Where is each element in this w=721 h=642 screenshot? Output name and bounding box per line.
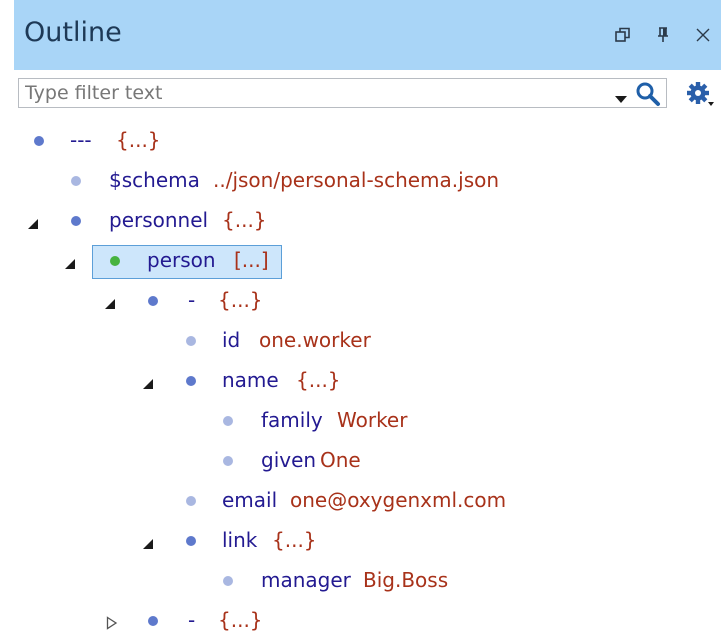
- node-bullet-icon: [186, 336, 196, 346]
- node-value: one@oxygenxml.com: [290, 488, 507, 512]
- node-bullet-icon: [34, 136, 44, 146]
- filter-input[interactable]: [19, 79, 621, 107]
- node-key: email: [222, 488, 278, 512]
- node-key: ---: [70, 128, 92, 152]
- node-value: one.worker: [259, 328, 371, 352]
- history-dropdown-icon[interactable]: [615, 89, 627, 108]
- node-bullet-icon: [186, 536, 196, 546]
- outline-panel: Outline Type filter text --- {...} $sche…: [0, 0, 721, 641]
- node-key: personnel: [109, 208, 209, 232]
- expanded-arrow-icon[interactable]: [142, 375, 154, 394]
- node-key: -: [188, 608, 196, 632]
- tree-node[interactable]: id one.worker: [14, 322, 721, 362]
- node-key: link: [222, 528, 258, 552]
- tree-node[interactable]: manager Big.Boss: [14, 562, 721, 602]
- expanded-arrow-icon[interactable]: [64, 255, 76, 274]
- node-bullet-icon: [71, 176, 81, 186]
- node-key: given: [261, 448, 317, 472]
- filter-field: [18, 78, 667, 108]
- node-bullet-icon: [223, 456, 233, 466]
- tree-node[interactable]: personnel {...}: [14, 202, 721, 242]
- tree-node-selected[interactable]: person [...]: [14, 242, 721, 282]
- node-bullet-icon: [110, 256, 120, 266]
- node-bullet-icon: [223, 416, 233, 426]
- node-bullet-icon: [223, 576, 233, 586]
- expanded-arrow-icon[interactable]: [104, 295, 116, 314]
- tree-node[interactable]: family Worker: [14, 402, 721, 442]
- tree-node[interactable]: link {...}: [14, 522, 721, 562]
- node-value: Worker: [337, 408, 408, 432]
- panel-header: Outline: [14, 0, 721, 70]
- node-key: $schema: [109, 168, 200, 192]
- node-value: {...}: [296, 368, 341, 392]
- node-value: ../json/personal-schema.json: [213, 168, 500, 192]
- node-key: id: [222, 328, 241, 352]
- search-icon[interactable]: [635, 81, 661, 111]
- outline-tree: --- {...} $schema ../json/personal-schem…: [14, 122, 721, 641]
- node-key: name: [222, 368, 279, 392]
- node-key: family: [261, 408, 323, 432]
- restore-icon[interactable]: [610, 22, 636, 48]
- close-icon[interactable]: [690, 22, 716, 48]
- node-value: {...}: [218, 608, 263, 632]
- tree-node[interactable]: - {...}: [14, 602, 721, 642]
- filter-toolbar: [14, 70, 721, 122]
- expanded-arrow-icon[interactable]: [27, 215, 39, 234]
- node-bullet-icon: [148, 616, 158, 626]
- node-key: -: [188, 288, 196, 312]
- node-bullet-icon: [186, 376, 196, 386]
- tree-node[interactable]: $schema ../json/personal-schema.json: [14, 162, 721, 202]
- settings-gear-icon[interactable]: [686, 81, 716, 111]
- node-value: Big.Boss: [363, 568, 449, 592]
- pin-icon[interactable]: [650, 22, 676, 48]
- node-value: {...}: [222, 208, 267, 232]
- tree-node[interactable]: email one@oxygenxml.com: [14, 482, 721, 522]
- node-value: {...}: [116, 128, 161, 152]
- node-value: One: [320, 448, 361, 472]
- tree-node[interactable]: name {...}: [14, 362, 721, 402]
- tree-node[interactable]: given One: [14, 442, 721, 482]
- node-key: person: [147, 248, 216, 272]
- node-key: manager: [261, 568, 351, 592]
- node-value: {...}: [272, 528, 317, 552]
- tree-node[interactable]: - {...}: [14, 282, 721, 322]
- node-bullet-icon: [71, 216, 81, 226]
- node-bullet-icon: [148, 296, 158, 306]
- panel-title: Outline: [24, 17, 122, 48]
- panel-left-edge: [0, 0, 14, 641]
- tree-node[interactable]: --- {...}: [14, 122, 721, 162]
- node-value: [...]: [234, 248, 269, 272]
- collapsed-arrow-icon[interactable]: [106, 615, 118, 634]
- expanded-arrow-icon[interactable]: [142, 535, 154, 554]
- node-value: {...}: [218, 288, 263, 312]
- node-bullet-icon: [186, 496, 196, 506]
